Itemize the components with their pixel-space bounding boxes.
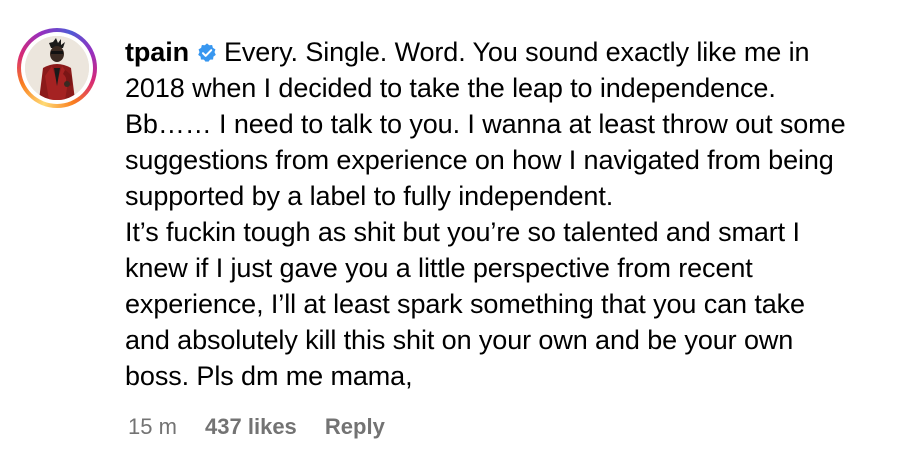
likes-count-button[interactable]: 437 likes (205, 414, 297, 439)
comment-meta: 15 m 437 likes Reply (128, 413, 407, 441)
avatar-image (25, 36, 89, 100)
avatar[interactable] (25, 36, 89, 100)
comment-text-block: tpain Every. Single. Word. You sound exac… (125, 34, 905, 394)
verified-badge-icon (198, 43, 216, 62)
comment-time[interactable]: 15 m (128, 414, 177, 439)
reply-button[interactable]: Reply (325, 414, 385, 439)
username-link[interactable]: tpain (125, 37, 189, 67)
story-ring[interactable] (17, 28, 97, 108)
comment: tpain Every. Single. Word. You sound exac… (0, 0, 924, 452)
comment-body: Every. Single. Word. You sound exactly l… (125, 37, 846, 391)
